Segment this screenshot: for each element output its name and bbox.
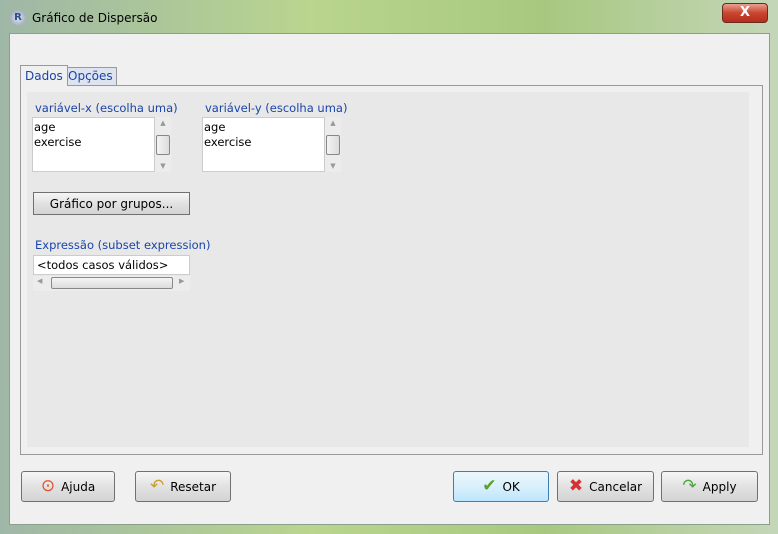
list-item[interactable]: exercise xyxy=(34,135,153,150)
checkmark-icon: ✔ xyxy=(482,476,497,496)
r-app-icon: R xyxy=(10,10,26,26)
redo-arrow-icon: ↷ xyxy=(682,476,697,496)
lifebuoy-icon: ⊙ xyxy=(40,476,56,496)
list-item[interactable]: age xyxy=(204,120,323,135)
tab-opcoes[interactable]: Opções xyxy=(64,67,117,86)
list-item[interactable]: age xyxy=(34,120,153,135)
scroll-thumb[interactable] xyxy=(326,135,340,155)
cancel-button[interactable]: ✖ Cancelar xyxy=(557,471,654,502)
reset-label: Resetar xyxy=(170,479,217,494)
scroll-left-icon[interactable]: ◀ xyxy=(37,277,42,285)
group-plot-button[interactable]: Gráfico por grupos... xyxy=(33,192,190,215)
red-x-icon: ✖ xyxy=(568,476,584,496)
reset-button[interactable]: ↶ Resetar xyxy=(135,471,231,502)
scroll-right-icon[interactable]: ▶ xyxy=(179,277,184,285)
cancel-label: Cancelar xyxy=(589,479,643,494)
y-variable-label: variável-y (escolha uma) xyxy=(205,101,348,115)
scroll-down-icon[interactable]: ▼ xyxy=(325,162,341,170)
subset-hscroll[interactable]: ◀ ▶ xyxy=(33,276,190,291)
scroll-thumb[interactable] xyxy=(51,277,173,289)
scroll-up-icon[interactable]: ▲ xyxy=(325,119,341,127)
undo-arrow-icon: ↶ xyxy=(149,476,165,496)
apply-label: Apply xyxy=(702,479,737,494)
subset-input[interactable]: <todos casos válidos> xyxy=(33,255,190,275)
list-item[interactable]: exercise xyxy=(204,135,323,150)
help-label: Ajuda xyxy=(61,479,96,494)
scroll-up-icon[interactable]: ▲ xyxy=(155,119,171,127)
apply-button[interactable]: ↷ Apply xyxy=(661,471,758,502)
scroll-down-icon[interactable]: ▼ xyxy=(155,162,171,170)
x-list-scrollbar[interactable]: ▲ ▼ xyxy=(155,117,171,172)
scroll-thumb[interactable] xyxy=(156,135,170,155)
window-title: Gráfico de Dispersão xyxy=(32,11,158,25)
close-button[interactable]: X xyxy=(722,3,768,23)
x-variable-list[interactable]: age exercise xyxy=(32,117,155,172)
ok-button[interactable]: ✔ OK xyxy=(453,471,549,502)
subset-label: Expressão (subset expression) xyxy=(35,238,211,252)
help-button[interactable]: ⊙ Ajuda xyxy=(21,471,115,502)
y-variable-list[interactable]: age exercise xyxy=(202,117,325,172)
tab-dados[interactable]: Dados xyxy=(20,65,68,86)
x-variable-label: variável-x (escolha uma) xyxy=(35,101,178,115)
y-list-scrollbar[interactable]: ▲ ▼ xyxy=(325,117,341,172)
ok-label: OK xyxy=(502,479,520,494)
